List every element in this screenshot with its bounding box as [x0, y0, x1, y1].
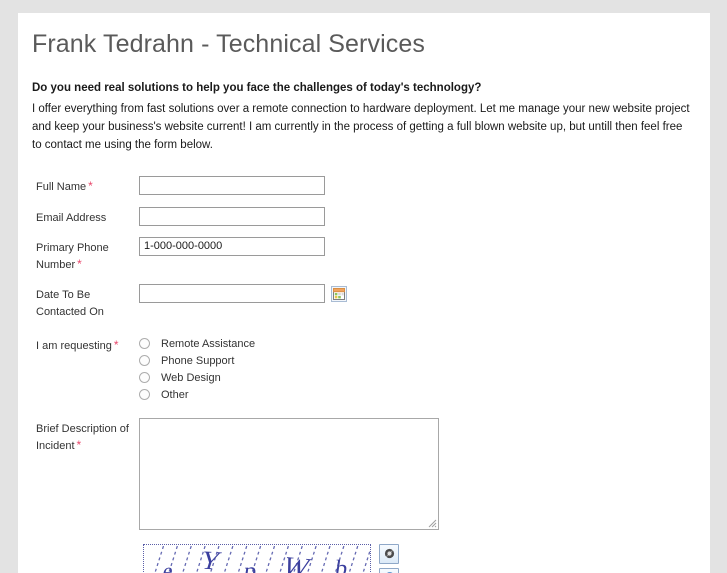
form-row-full-name: Full Name *	[32, 176, 696, 196]
label-i-am-requesting-text: I am requesting	[36, 339, 112, 352]
textarea-wrapper	[139, 417, 439, 530]
label-brief-description: Brief Description of Incident *	[32, 418, 139, 455]
date-to-be-contacted-input[interactable]	[139, 283, 325, 303]
page-panel: Frank Tedrahn - Technical Services Do yo…	[18, 13, 710, 573]
radio-option-other[interactable]: Other	[139, 387, 255, 403]
radio-button-icon[interactable]	[139, 372, 150, 384]
field-cell-brief-description	[139, 417, 696, 530]
label-brief-description-text: Brief Description of Incident	[36, 422, 129, 452]
label-date-to-be-contacted: Date To Be Contacted On	[32, 284, 139, 321]
label-i-am-requesting: I am requesting *	[32, 335, 139, 355]
email-address-input[interactable]	[139, 206, 325, 226]
captcha-char-1: e	[161, 557, 177, 573]
label-primary-phone-number-text: Primary Phone Number	[36, 241, 109, 271]
radio-label-web-design[interactable]: Web Design	[161, 372, 221, 384]
field-cell-date	[139, 283, 696, 303]
radio-label-remote-assistance[interactable]: Remote Assistance	[161, 338, 255, 350]
required-asterisk: *	[77, 256, 82, 271]
radio-button-icon[interactable]	[139, 389, 150, 401]
label-primary-phone-number: Primary Phone Number *	[32, 237, 139, 274]
captcha-char-3: p	[242, 557, 261, 573]
field-cell-i-am-requesting: Remote Assistance Phone Support Web Desi…	[139, 335, 696, 404]
intro-headline: Do you need real solutions to help you f…	[32, 81, 482, 94]
label-date-to-be-contacted-text: Date To Be Contacted On	[36, 288, 104, 318]
radio-label-phone-support[interactable]: Phone Support	[161, 355, 234, 367]
radio-button-icon[interactable]	[139, 355, 150, 367]
full-name-input[interactable]	[139, 176, 325, 196]
required-asterisk: *	[113, 337, 119, 352]
required-asterisk: *	[76, 437, 82, 452]
form-row-i-am-requesting: I am requesting * Remote Assistance Phone…	[32, 335, 696, 404]
brief-description-textarea[interactable]	[139, 417, 439, 530]
label-full-name-text: Full Name	[36, 181, 87, 194]
field-cell-email	[139, 206, 696, 226]
field-cell-full-name	[139, 176, 696, 196]
captcha-row: e Y p W b	[143, 543, 696, 573]
captcha-char-5: b	[333, 555, 351, 573]
form-row-brief-description: Brief Description of Incident *	[32, 417, 696, 530]
primary-phone-number-input[interactable]	[139, 236, 325, 256]
refresh-icon[interactable]	[379, 567, 399, 573]
form-row-phone: Primary Phone Number *	[32, 236, 696, 274]
captcha-image: e Y p W b	[143, 543, 371, 573]
label-email-address-text: Email Address	[36, 211, 107, 224]
form-row-date: Date To Be Contacted On	[32, 283, 696, 321]
radio-option-remote-assistance[interactable]: Remote Assistance	[139, 336, 255, 352]
contact-form: Full Name * Email Address Primary Phone N…	[32, 176, 696, 573]
captcha-char-2: Y	[197, 545, 227, 573]
speaker-audio-icon[interactable]	[379, 543, 399, 564]
radio-group-i-am-requesting: Remote Assistance Phone Support Web Desi…	[139, 335, 255, 404]
field-cell-phone	[139, 236, 696, 256]
intro-body: I offer everything from fast solutions o…	[32, 103, 690, 151]
page-title: Frank Tedrahn - Technical Services	[32, 30, 425, 58]
label-email-address: Email Address	[32, 207, 139, 227]
form-row-email: Email Address	[32, 206, 696, 227]
captcha-challenge-text: e Y p W b	[144, 545, 370, 573]
captcha-char-4: W	[278, 551, 317, 573]
calendar-icon[interactable]	[331, 285, 347, 302]
radio-button-icon[interactable]	[139, 338, 150, 350]
required-asterisk: *	[88, 179, 93, 194]
captcha-buttons	[379, 543, 399, 573]
radio-option-phone-support[interactable]: Phone Support	[139, 353, 255, 369]
radio-option-web-design[interactable]: Web Design	[139, 370, 255, 386]
radio-label-other[interactable]: Other	[161, 389, 189, 401]
label-full-name: Full Name *	[32, 176, 139, 196]
